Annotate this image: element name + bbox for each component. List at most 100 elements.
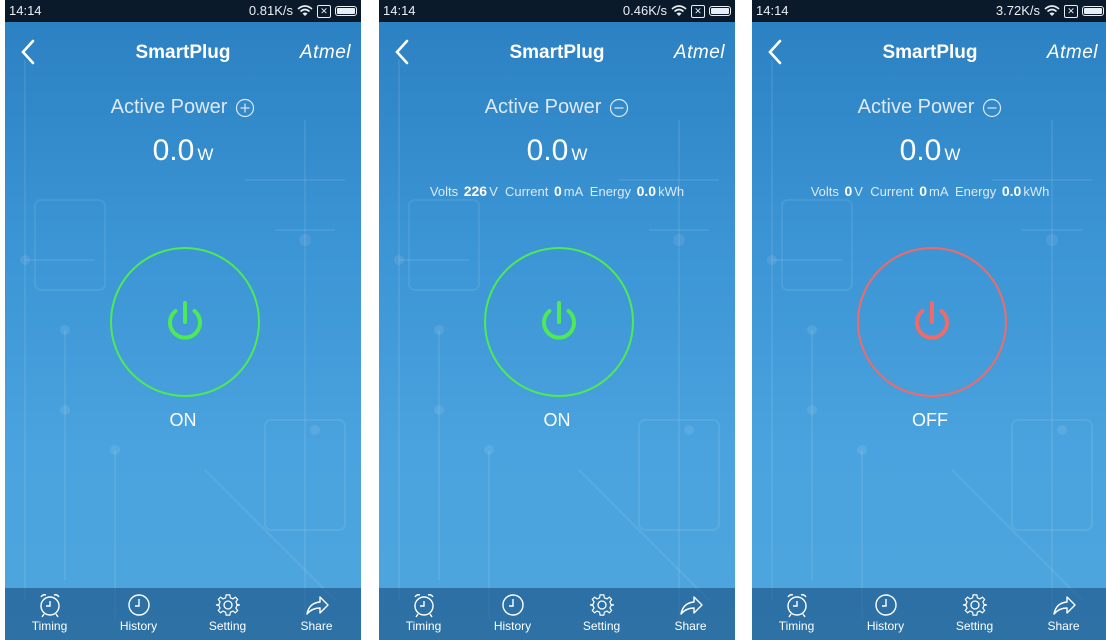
volts-label: Volts [810, 184, 839, 199]
energy-label: Energy [589, 184, 631, 199]
sim-icon: ✕ [1064, 4, 1078, 18]
tab-timing[interactable]: Timing [752, 588, 841, 640]
gear-icon [589, 594, 614, 616]
wifi-icon [297, 5, 313, 16]
status-indicators: 0.81K/s ✕ [249, 0, 357, 22]
power-toggle-button[interactable] [857, 247, 1007, 397]
battery-icon [335, 6, 357, 16]
tab-timing-label: Timing [778, 619, 815, 633]
tab-setting-label: Setting [208, 619, 247, 633]
power-state-label: OFF [912, 410, 948, 430]
status-bar: 14:14 3.72K/s ✕ [752, 0, 1106, 22]
bottom-tab-bar: Timing History Setting Share [752, 588, 1106, 640]
clock-icon [874, 594, 897, 616]
network-speed: 0.81K/s [248, 3, 293, 18]
active-power-header: Active Power [5, 96, 361, 119]
tab-setting-label: Setting [955, 619, 994, 633]
tab-share-label: Share [300, 619, 333, 633]
minus-circle-icon[interactable] [609, 98, 629, 118]
brand-logo: Atmel [673, 42, 725, 63]
tab-setting-label: Setting [582, 619, 621, 633]
status-indicators: 3.72K/s ✕ [996, 0, 1104, 22]
active-power-value: 0.0 [152, 134, 195, 167]
status-bar: 14:14 0.81K/s ✕ [5, 0, 361, 22]
tab-share-label: Share [674, 619, 707, 633]
status-indicators: 0.46K/s ✕ [623, 0, 731, 22]
tab-history[interactable]: History [94, 588, 183, 640]
tab-setting[interactable]: Setting [557, 588, 646, 640]
active-power-reading: 0.0 W [5, 134, 361, 168]
brand-logo: Atmel [1046, 42, 1098, 63]
power-state-label: ON [543, 410, 571, 430]
active-power-reading: 0.0 W [379, 134, 735, 168]
tab-timing-label: Timing [31, 619, 68, 633]
energy-value: 0.0 [636, 183, 657, 199]
status-time: 14:14 [9, 3, 42, 18]
power-toggle-button[interactable] [484, 247, 634, 397]
minus-circle-icon[interactable] [982, 98, 1002, 118]
share-arrow-icon [679, 596, 703, 615]
tab-share[interactable]: Share [646, 588, 735, 640]
tab-history-label: History [866, 619, 905, 633]
tab-history[interactable]: History [468, 588, 557, 640]
tab-history-label: History [119, 619, 158, 633]
active-power-value: 0.0 [899, 134, 942, 167]
energy-label: Energy [955, 184, 997, 199]
current-unit: mA [928, 184, 948, 199]
network-speed: 3.72K/s [995, 3, 1040, 18]
clock-icon [501, 594, 524, 616]
plus-circle-icon[interactable] [235, 98, 255, 118]
battery-icon [709, 6, 731, 16]
phone-screen-3: 14:14 3.72K/s ✕ SmartPlug Atmel Active P… [752, 0, 1106, 640]
app-header: SmartPlug Atmel [5, 22, 361, 84]
tab-share[interactable]: Share [272, 588, 361, 640]
tab-share-label: Share [1047, 619, 1080, 633]
tab-setting[interactable]: Setting [930, 588, 1019, 640]
phone-screen-1: 14:14 0.81K/s ✕ SmartPlug Atmel Active P… [5, 0, 361, 640]
active-power-reading: 0.0 W [752, 134, 1106, 168]
active-power-label: Active Power [857, 96, 975, 118]
wifi-icon [1044, 5, 1060, 16]
power-icon [542, 301, 576, 340]
energy-value: 0.0 [1001, 183, 1022, 199]
volts-unit: V [854, 184, 863, 199]
power-toggle-button[interactable] [110, 247, 260, 397]
power-state-label: ON [169, 410, 197, 430]
tab-history-label: History [493, 619, 532, 633]
screenshot-collage: 14:14 0.81K/s ✕ SmartPlug Atmel Active P… [0, 0, 1106, 640]
tab-share[interactable]: Share [1019, 588, 1106, 640]
tab-setting[interactable]: Setting [183, 588, 272, 640]
tab-timing[interactable]: Timing [379, 588, 468, 640]
power-icon [915, 301, 949, 340]
bottom-tab-bar: Timing History Setting Share [379, 588, 735, 640]
tab-timing[interactable]: Timing [5, 588, 94, 640]
app-header: SmartPlug Atmel [752, 22, 1106, 84]
current-value: 0 [919, 183, 927, 199]
current-label: Current [870, 184, 914, 199]
active-power-label: Active Power [110, 96, 228, 118]
power-icon [168, 301, 202, 340]
phone-screen-2: 14:14 0.46K/s ✕ SmartPlug Atmel Active P… [379, 0, 735, 640]
current-label: Current [504, 184, 549, 199]
current-value: 0 [553, 183, 562, 199]
active-power-label: Active Power [484, 96, 602, 118]
volts-value: 226 [463, 183, 488, 199]
alarm-clock-icon [786, 594, 807, 618]
sim-icon: ✕ [691, 4, 705, 18]
active-power-unit: W [197, 145, 214, 164]
wifi-icon [671, 5, 687, 16]
active-power-unit: W [944, 145, 961, 164]
active-power-value: 0.0 [526, 134, 569, 167]
active-power-unit: W [571, 145, 588, 164]
gear-icon [215, 594, 240, 616]
volts-unit: V [489, 184, 498, 199]
alarm-clock-icon [413, 594, 434, 618]
sim-icon: ✕ [317, 4, 331, 18]
battery-icon [1082, 6, 1104, 16]
tab-history[interactable]: History [841, 588, 930, 640]
brand-logo: Atmel [299, 42, 351, 63]
status-time: 14:14 [756, 3, 789, 18]
measurement-details: Volts 0V Current 0 mA Energy 0.0 kWh [752, 183, 1106, 199]
gear-icon [962, 594, 987, 616]
active-power-header: Active Power [379, 96, 735, 119]
